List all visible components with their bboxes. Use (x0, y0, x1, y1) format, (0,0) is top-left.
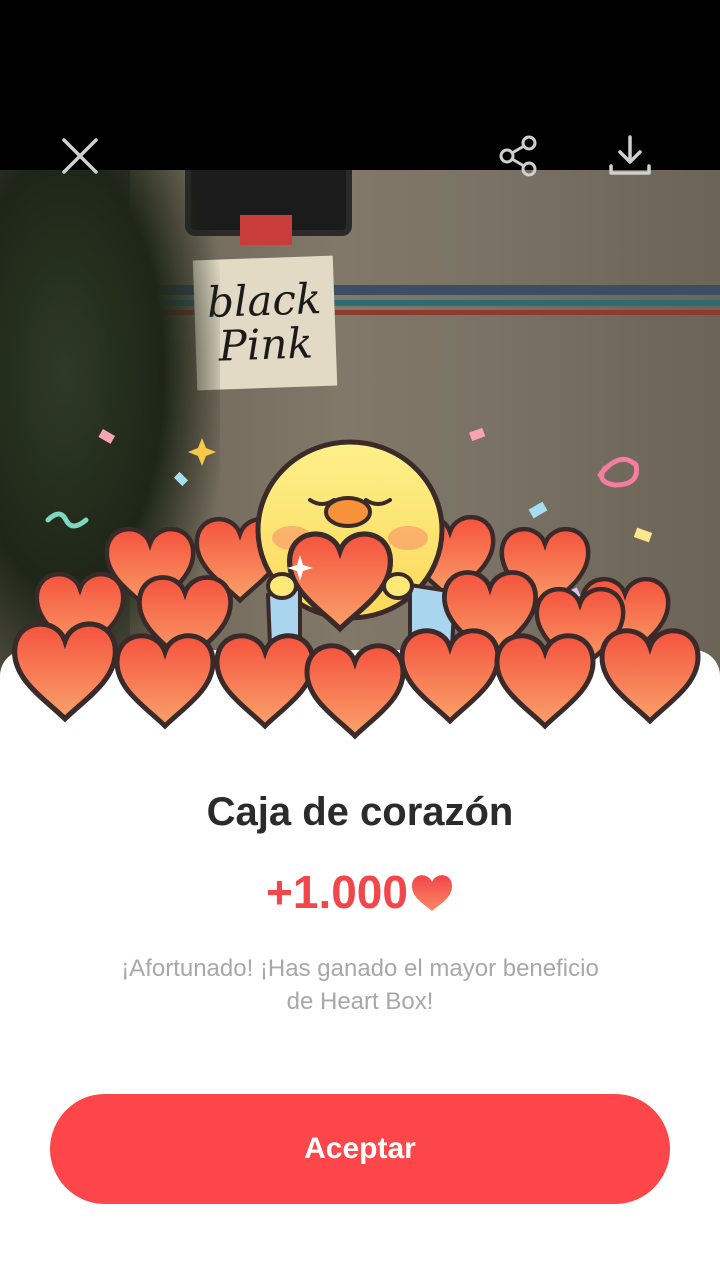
close-icon (62, 138, 98, 174)
dialog-title: Caja de corazón (206, 790, 514, 834)
chick-character (255, 439, 458, 655)
share-button[interactable] (490, 128, 546, 184)
share-icon (499, 135, 537, 177)
dialog-description: ¡Afortunado! ¡Has ganado el mayor benefi… (121, 955, 599, 1015)
download-icon (609, 135, 651, 175)
heart-box-illustration (0, 427, 720, 760)
sign-text-line2: Pink (217, 318, 314, 371)
red-tag (240, 215, 292, 245)
reward-amount: +1.000 (266, 866, 408, 918)
close-button[interactable] (52, 128, 108, 184)
reward-amount-row: +1.000 (0, 865, 720, 919)
heart-icon (411, 875, 452, 911)
accept-button[interactable]: Aceptar (50, 1094, 670, 1204)
download-button[interactable] (602, 128, 658, 184)
